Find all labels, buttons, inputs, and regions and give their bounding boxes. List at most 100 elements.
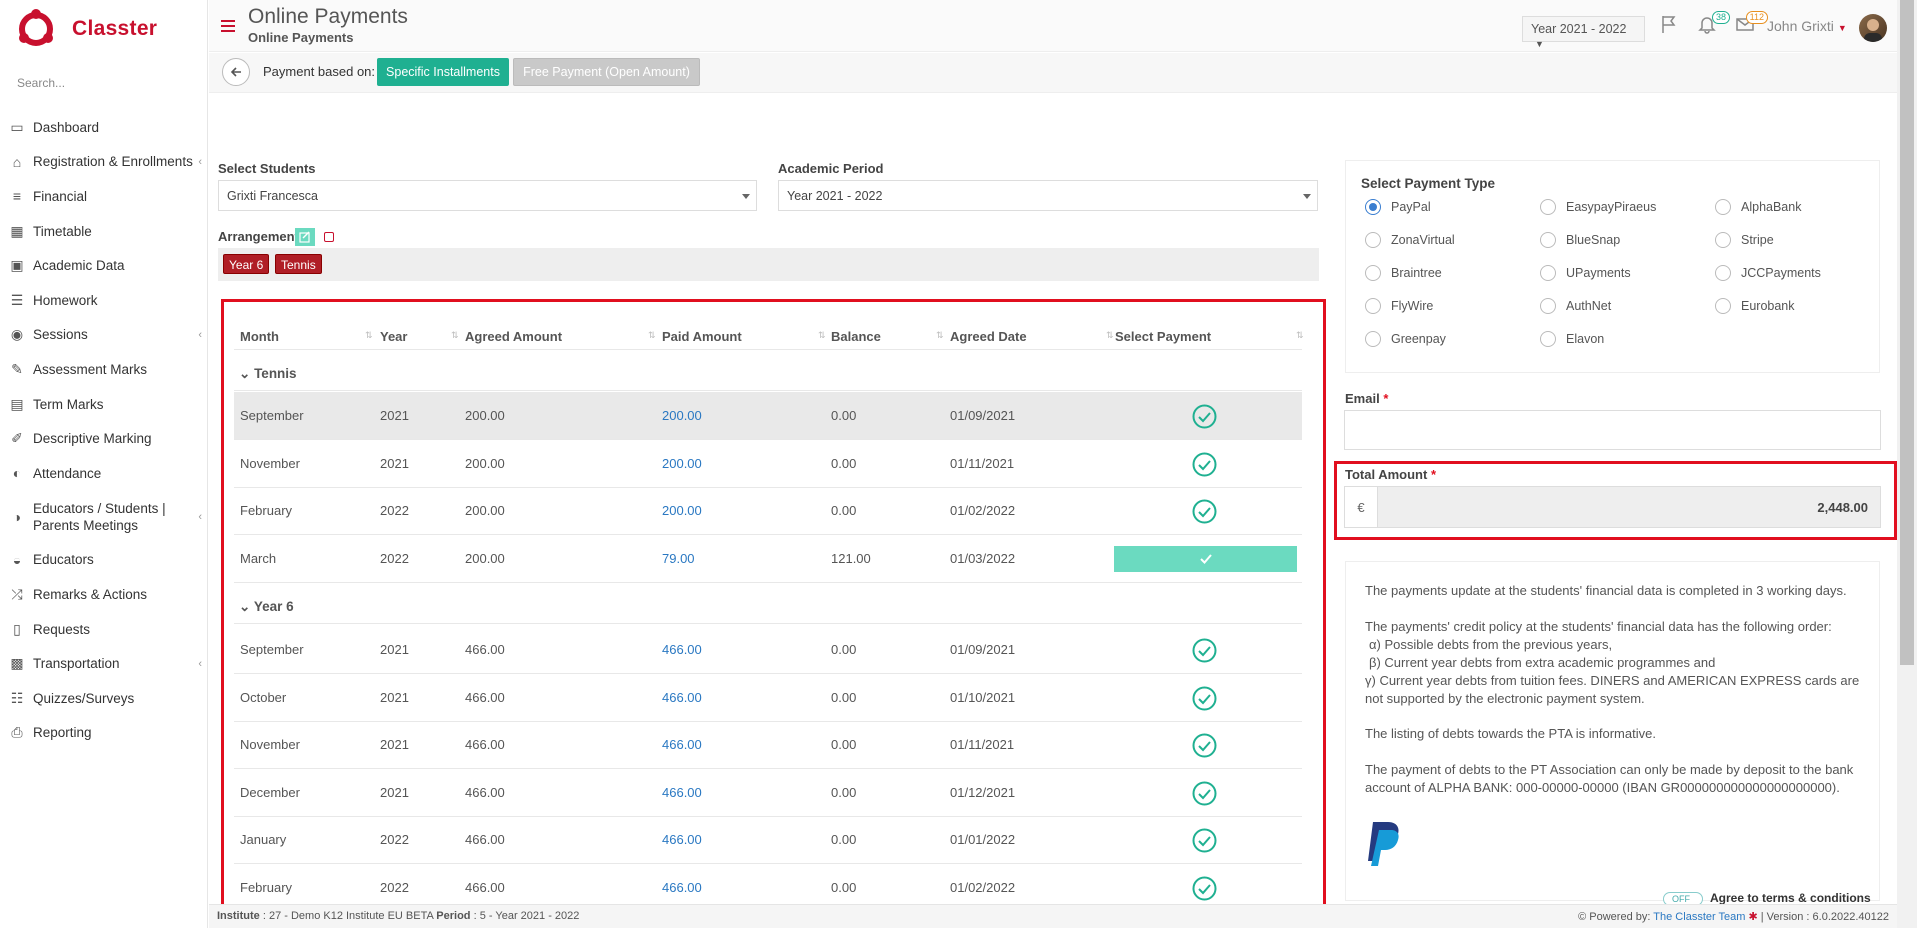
sort-icon[interactable]: ⇅: [648, 330, 656, 341]
sidebar-search-input[interactable]: Search...: [17, 76, 197, 94]
radio-circle-icon[interactable]: [1540, 331, 1556, 347]
column-header-year[interactable]: Year: [380, 329, 407, 344]
students-select[interactable]: Grixti Francesca: [218, 180, 757, 211]
clear-arrangement-icon[interactable]: [324, 232, 334, 242]
table-row[interactable]: November 2021 200.00 200.00 0.00 01/11/2021: [234, 440, 1302, 487]
select-payment-button[interactable]: [1114, 545, 1297, 572]
cell-paid[interactable]: 466.00: [662, 690, 702, 705]
payment-type-radio-greenpay[interactable]: Greenpay: [1365, 331, 1446, 347]
flag-icon[interactable]: [1659, 14, 1679, 34]
payment-type-radio-jccpayments[interactable]: JCCPayments: [1715, 265, 1821, 281]
cell-paid[interactable]: 466.00: [662, 785, 702, 800]
payment-type-radio-authnet[interactable]: AuthNet: [1540, 298, 1611, 314]
radio-circle-icon[interactable]: [1365, 331, 1381, 347]
table-row[interactable]: January 2022 466.00 466.00 0.00 01/01/2022: [234, 816, 1302, 863]
brand-logo[interactable]: Classter: [18, 8, 157, 50]
sidebar-item-quizzes-surveys[interactable]: ☷ Quizzes/Surveys: [0, 681, 208, 716]
sidebar-item-transportation[interactable]: ▩ Transportation ‹: [0, 646, 208, 681]
sidebar-item-assessment-marks[interactable]: ✎ Assessment Marks: [0, 352, 208, 387]
payment-type-radio-stripe[interactable]: Stripe: [1715, 232, 1774, 248]
group-header[interactable]: ⌄ Year 6: [239, 599, 294, 615]
sidebar-item-financial[interactable]: ≡ Financial: [0, 179, 208, 214]
cell-paid[interactable]: 200.00: [662, 408, 702, 423]
table-row[interactable]: February 2022 200.00 200.00 0.00 01/02/2022: [234, 487, 1302, 534]
terms-label[interactable]: Agree to terms & conditions: [1710, 891, 1871, 905]
free-payment-button[interactable]: Free Payment (Open Amount): [513, 58, 700, 86]
radio-circle-icon[interactable]: [1715, 298, 1731, 314]
sidebar-item-sessions[interactable]: ◉ Sessions ‹: [0, 318, 208, 353]
edit-arrangement-button[interactable]: [295, 228, 315, 246]
year-select[interactable]: Year 2021 - 2022 ▼: [1522, 16, 1645, 49]
radio-circle-icon[interactable]: [1715, 199, 1731, 215]
sort-icon[interactable]: ⇅: [365, 330, 373, 341]
sidebar-item-remarks-actions[interactable]: ⤮ Remarks & Actions: [0, 577, 208, 612]
radio-circle-icon[interactable]: [1540, 298, 1556, 314]
hamburger-menu-icon[interactable]: [221, 20, 235, 32]
payment-type-radio-braintree[interactable]: Braintree: [1365, 265, 1442, 281]
sidebar-item-attendance[interactable]: ◐ Attendance: [0, 456, 208, 491]
sidebar-item-academic-data[interactable]: ▣ Academic Data: [0, 248, 208, 283]
tag-year-6[interactable]: Year 6: [223, 254, 270, 274]
radio-circle-icon[interactable]: [1365, 199, 1381, 215]
radio-circle-icon[interactable]: [1540, 265, 1556, 281]
radio-circle-icon[interactable]: [1365, 298, 1381, 314]
specific-installments-button[interactable]: Specific Installments: [377, 58, 509, 86]
radio-circle-icon[interactable]: [1365, 265, 1381, 281]
back-button[interactable]: [222, 58, 250, 86]
academic-period-select[interactable]: Year 2021 - 2022: [778, 180, 1318, 211]
tag-tennis[interactable]: Tennis: [275, 254, 322, 274]
sidebar-item-timetable[interactable]: ▦ Timetable: [0, 214, 208, 249]
radio-circle-icon[interactable]: [1540, 199, 1556, 215]
sidebar-item-descriptive-marking[interactable]: ✐ Descriptive Marking: [0, 421, 208, 456]
radio-circle-icon[interactable]: [1715, 232, 1731, 248]
radio-circle-icon[interactable]: [1365, 232, 1381, 248]
sidebar-item-educators[interactable]: ◒ Educators: [0, 543, 208, 578]
sidebar-item-dashboard[interactable]: ▭ Dashboard: [0, 110, 208, 145]
column-header-month[interactable]: Month: [240, 329, 279, 344]
payment-type-radio-eurobank[interactable]: Eurobank: [1715, 298, 1795, 314]
sort-icon[interactable]: ⇅: [1106, 330, 1114, 341]
classter-team-link[interactable]: The Classter Team: [1653, 911, 1745, 923]
table-row[interactable]: November 2021 466.00 466.00 0.00 01/11/2021: [234, 721, 1302, 768]
cell-paid[interactable]: 466.00: [662, 642, 702, 657]
table-row[interactable]: December 2021 466.00 466.00 0.00 01/12/2021: [234, 769, 1302, 816]
cell-paid[interactable]: 200.00: [662, 503, 702, 518]
notifications-button[interactable]: 38: [1697, 11, 1730, 34]
table-row[interactable]: September 2021 200.00 200.00 0.00 01/09/2021: [234, 392, 1302, 439]
table-row[interactable]: September 2021 466.00 466.00 0.00 01/09/2021: [234, 626, 1302, 673]
payment-type-radio-easypaypiraeus[interactable]: EasypayPiraeus: [1540, 199, 1656, 215]
sidebar-item-term-marks[interactable]: ▤ Term Marks: [0, 387, 208, 422]
user-menu[interactable]: John Grixti ▼: [1767, 18, 1847, 34]
cell-paid[interactable]: 466.00: [662, 832, 702, 847]
payment-type-radio-elavon[interactable]: Elavon: [1540, 331, 1604, 347]
cell-paid[interactable]: 79.00: [662, 551, 695, 566]
sidebar-item-reporting[interactable]: ⎙ Reporting: [0, 716, 208, 751]
sort-icon[interactable]: ⇅: [936, 330, 944, 341]
table-row[interactable]: March 2022 200.00 79.00 121.00 01/03/2022: [234, 535, 1302, 582]
payment-type-radio-flywire[interactable]: FlyWire: [1365, 298, 1433, 314]
sidebar-item-requests[interactable]: ▯ Requests: [0, 612, 208, 647]
page-scrollbar[interactable]: [1897, 0, 1917, 928]
email-input[interactable]: [1344, 410, 1881, 450]
payment-type-radio-bluesnap[interactable]: BlueSnap: [1540, 232, 1620, 248]
cell-paid[interactable]: 200.00: [662, 456, 702, 471]
table-row[interactable]: October 2021 466.00 466.00 0.00 01/10/2021: [234, 674, 1302, 721]
avatar[interactable]: [1859, 14, 1887, 42]
payment-type-radio-alphabank[interactable]: AlphaBank: [1715, 199, 1801, 215]
sidebar-item-homework[interactable]: ☰ Homework: [0, 283, 208, 318]
sort-icon[interactable]: ⇅: [1296, 330, 1304, 341]
sidebar-item-educators-students-parents-meetings[interactable]: ◑ Educators / Students | Parents Meetings…: [0, 491, 208, 543]
radio-circle-icon[interactable]: [1540, 232, 1556, 248]
column-header-paid-amount[interactable]: Paid Amount: [662, 329, 742, 344]
messages-button[interactable]: 112: [1735, 11, 1768, 34]
payment-type-radio-upayments[interactable]: UPayments: [1540, 265, 1631, 281]
cell-paid[interactable]: 466.00: [662, 737, 702, 752]
column-header-balance[interactable]: Balance: [831, 329, 881, 344]
sort-icon[interactable]: ⇅: [818, 330, 826, 341]
sidebar-item-registration-enrollments[interactable]: ⌂ Registration & Enrollments ‹: [0, 145, 208, 180]
column-header-select-payment[interactable]: Select Payment: [1115, 329, 1211, 344]
sort-icon[interactable]: ⇅: [451, 330, 459, 341]
group-header[interactable]: ⌄ Tennis: [239, 366, 297, 382]
radio-circle-icon[interactable]: [1715, 265, 1731, 281]
column-header-agreed-amount[interactable]: Agreed Amount: [465, 329, 562, 344]
